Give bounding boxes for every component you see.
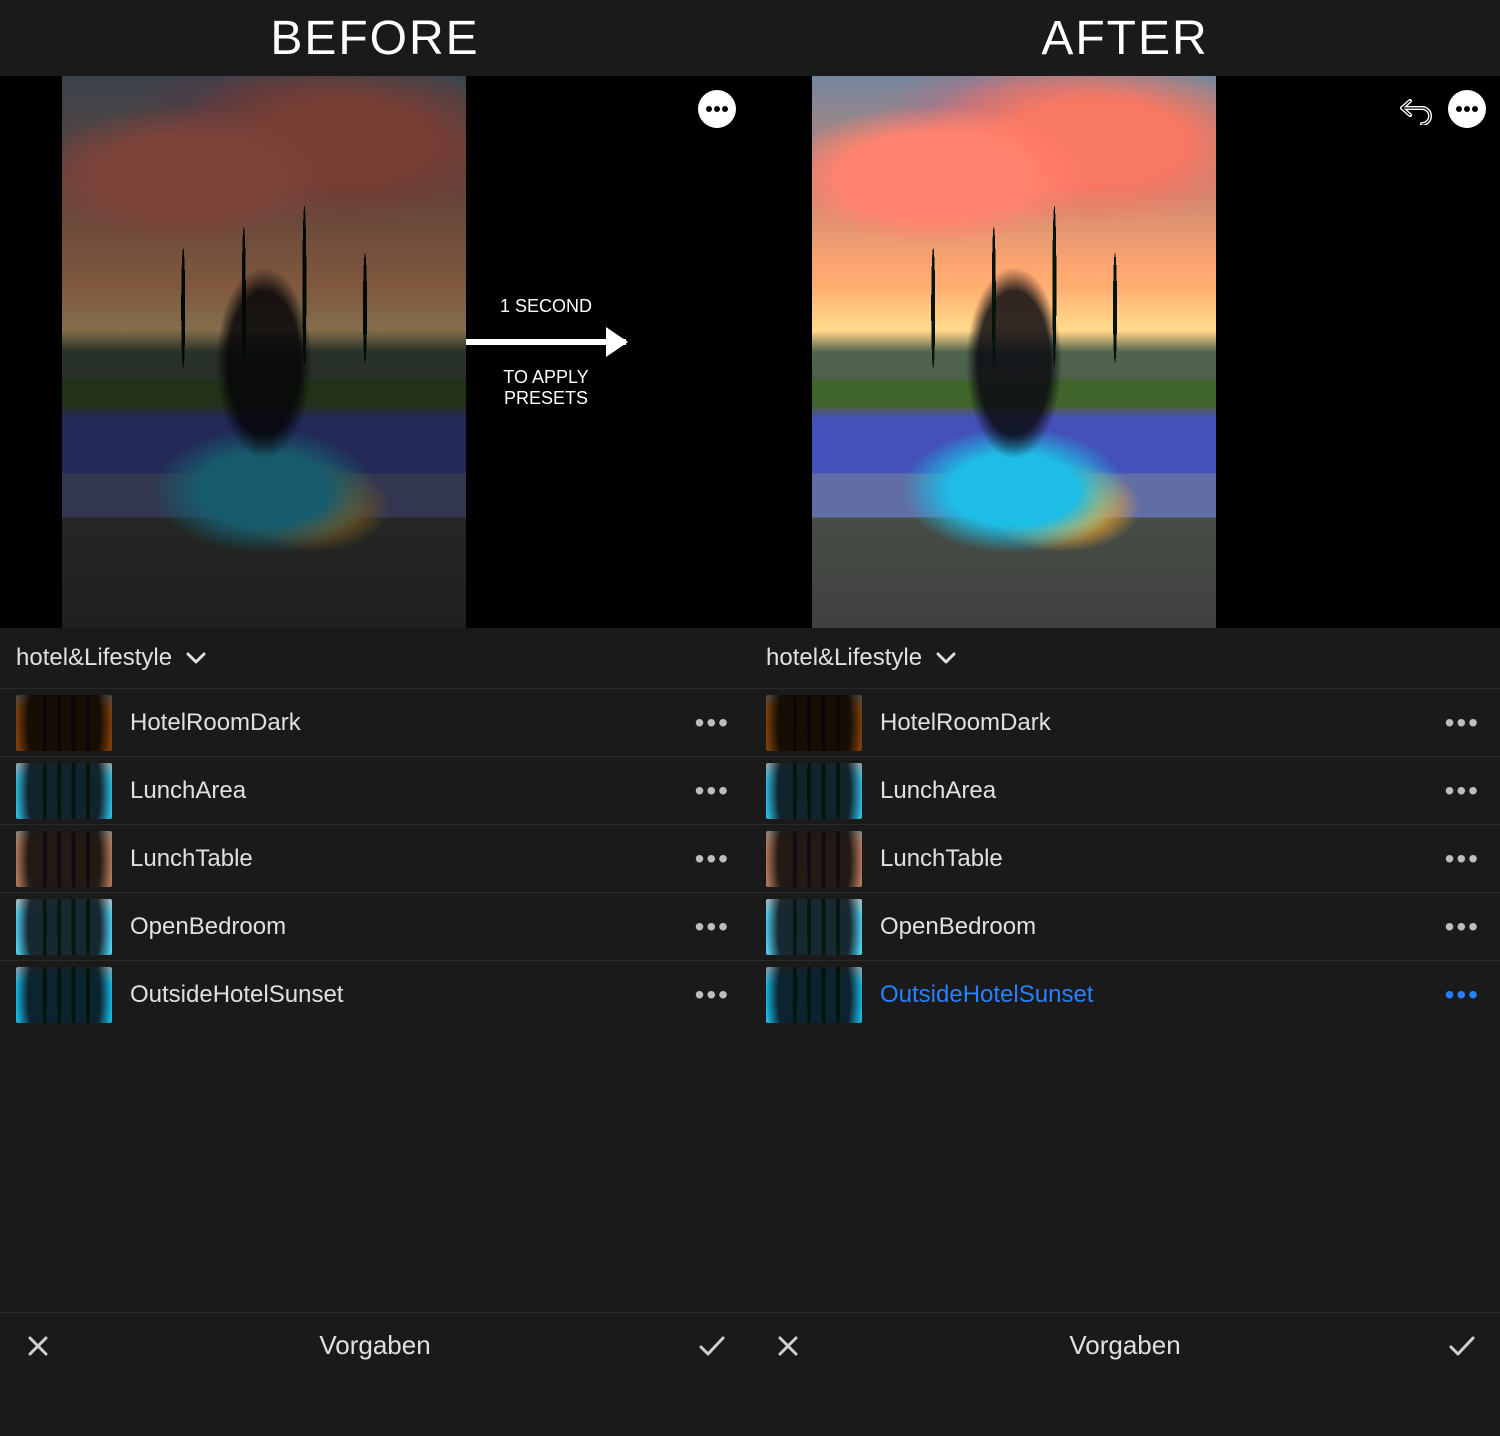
preset-more-icon[interactable]: ••• — [1445, 843, 1484, 875]
center-caption: 1 SECOND TO APPLY PRESETS — [466, 76, 626, 628]
preset-list: HotelRoomDark ••• LunchArea ••• LunchTab… — [0, 688, 750, 1312]
chevron-down-icon — [936, 651, 956, 665]
preset-thumbnail — [766, 763, 862, 819]
bottom-bar: Vorgaben — [0, 1312, 750, 1378]
preset-name: OutsideHotelSunset — [880, 981, 1427, 1009]
before-label: BEFORE — [270, 11, 479, 66]
bottom-bar-title: Vorgaben — [806, 1330, 1444, 1361]
preset-thumbnail — [16, 763, 112, 819]
preset-group-label: hotel&Lifestyle — [766, 644, 922, 672]
undo-icon[interactable] — [1396, 90, 1436, 130]
presets-area: hotel&Lifestyle HotelRoomDark ••• LunchA… — [0, 628, 1500, 1378]
preset-more-icon[interactable]: ••• — [695, 775, 734, 807]
preset-group-dropdown[interactable]: hotel&Lifestyle — [0, 628, 750, 688]
preset-name: LunchArea — [880, 777, 1427, 805]
preset-list: HotelRoomDark ••• LunchArea ••• LunchTab… — [750, 688, 1500, 1312]
preset-item[interactable]: LunchTable ••• — [0, 824, 750, 892]
preset-name: LunchTable — [130, 845, 677, 873]
caption-line2: TO APPLY PRESETS — [466, 367, 626, 409]
bottom-bar-title: Vorgaben — [56, 1330, 694, 1361]
preset-name: HotelRoomDark — [130, 709, 677, 737]
preset-more-icon[interactable]: ••• — [1445, 707, 1484, 739]
preset-more-icon[interactable]: ••• — [695, 707, 734, 739]
preset-name: LunchTable — [880, 845, 1427, 873]
preset-item[interactable]: OpenBedroom ••• — [750, 892, 1500, 960]
preset-item[interactable]: HotelRoomDark ••• — [750, 688, 1500, 756]
after-photo[interactable] — [812, 76, 1216, 628]
image-stage: 1 SECOND TO APPLY PRESETS — [0, 76, 1500, 628]
preset-more-icon[interactable]: ••• — [1445, 979, 1484, 1011]
before-photo[interactable] — [62, 76, 466, 628]
close-icon[interactable] — [770, 1328, 806, 1364]
preset-item[interactable]: OutsideHotelSunset ••• — [750, 960, 1500, 1028]
comparison-header: BEFORE AFTER — [0, 0, 1500, 76]
preset-thumbnail — [766, 899, 862, 955]
preset-item[interactable]: HotelRoomDark ••• — [0, 688, 750, 756]
after-label: AFTER — [1041, 11, 1208, 66]
preset-item[interactable]: LunchArea ••• — [0, 756, 750, 824]
preset-name: OpenBedroom — [130, 913, 677, 941]
preset-thumbnail — [16, 695, 112, 751]
arrow-icon — [466, 339, 626, 345]
preset-name: HotelRoomDark — [880, 709, 1427, 737]
check-icon[interactable] — [1444, 1328, 1480, 1364]
after-image-panel — [750, 76, 1500, 628]
preset-more-icon[interactable]: ••• — [1445, 911, 1484, 943]
preset-item[interactable]: OpenBedroom ••• — [0, 892, 750, 960]
preset-item[interactable]: LunchArea ••• — [750, 756, 1500, 824]
preset-name: OpenBedroom — [880, 913, 1427, 941]
close-icon[interactable] — [20, 1328, 56, 1364]
more-icon[interactable] — [1448, 90, 1486, 128]
chevron-down-icon — [186, 651, 206, 665]
preset-more-icon[interactable]: ••• — [1445, 775, 1484, 807]
preset-more-icon[interactable]: ••• — [695, 979, 734, 1011]
preset-thumbnail — [766, 695, 862, 751]
preset-thumbnail — [766, 831, 862, 887]
preset-thumbnail — [766, 967, 862, 1023]
caption-line1: 1 SECOND — [500, 296, 592, 317]
preset-more-icon[interactable]: ••• — [695, 843, 734, 875]
preset-group-label: hotel&Lifestyle — [16, 644, 172, 672]
preset-item[interactable]: OutsideHotelSunset ••• — [0, 960, 750, 1028]
preset-thumbnail — [16, 899, 112, 955]
preset-group-dropdown[interactable]: hotel&Lifestyle — [750, 628, 1500, 688]
more-icon[interactable] — [698, 90, 736, 128]
preset-name: LunchArea — [130, 777, 677, 805]
preset-thumbnail — [16, 967, 112, 1023]
preset-thumbnail — [16, 831, 112, 887]
preset-more-icon[interactable]: ••• — [695, 911, 734, 943]
check-icon[interactable] — [694, 1328, 730, 1364]
bottom-bar: Vorgaben — [750, 1312, 1500, 1378]
after-presets-column: hotel&Lifestyle HotelRoomDark ••• LunchA… — [750, 628, 1500, 1378]
before-presets-column: hotel&Lifestyle HotelRoomDark ••• LunchA… — [0, 628, 750, 1378]
preset-name: OutsideHotelSunset — [130, 981, 677, 1009]
preset-item[interactable]: LunchTable ••• — [750, 824, 1500, 892]
before-image-panel: 1 SECOND TO APPLY PRESETS — [0, 76, 750, 628]
